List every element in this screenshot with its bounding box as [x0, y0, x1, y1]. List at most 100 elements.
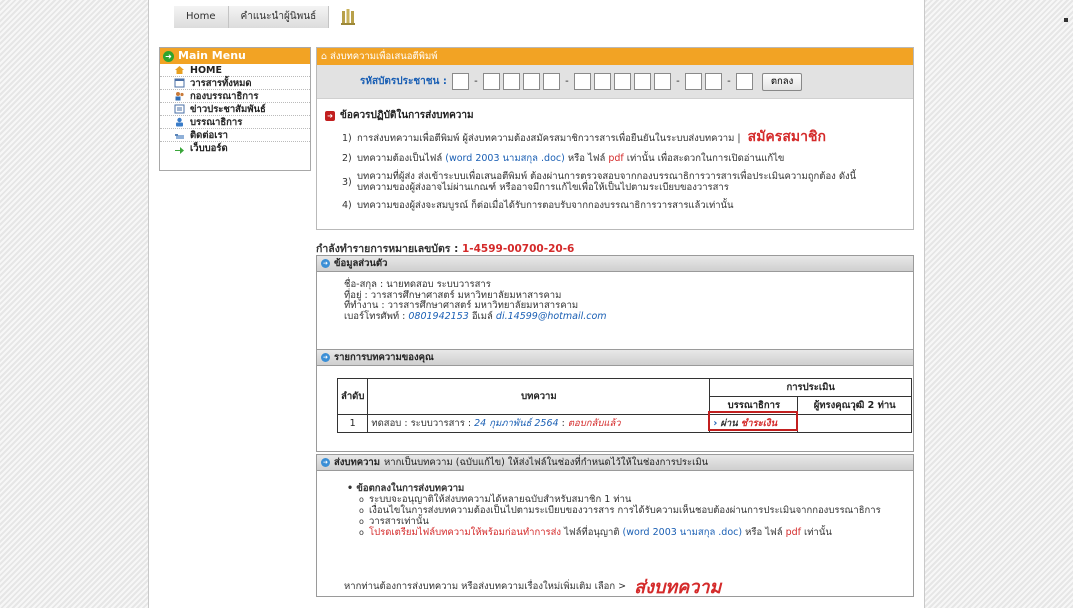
main-menu-title: Main Menu: [178, 49, 246, 62]
articles-header: ➜ รายการบทความของคุณ: [317, 350, 913, 366]
list-item: วารสารเท่านั้น: [359, 516, 913, 527]
list-item: โปรดเตรียมไฟล์บทความให้พร้อมก่อนทำการส่ง…: [359, 527, 913, 538]
send-final-text: หากท่านต้องการส่งบทความ หรือส่งบทความเรื…: [344, 581, 627, 592]
contact-icon: [175, 134, 184, 139]
id-digit-3[interactable]: [502, 73, 520, 90]
id-digit-11[interactable]: [684, 73, 702, 90]
rule-4: 4) บทความของผู้ส่งจะสมบูรณ์ ก็ต่อเมื่อได…: [342, 200, 734, 211]
news-icon: [174, 104, 185, 114]
rule-2: 2) บทความต้องเป็นไฟล์ (word 2003 นามสกุล…: [342, 153, 784, 164]
rule-text: เท่านั้น เพื่อสะดวกในการเปิดอ่านแก้ไข: [626, 153, 785, 164]
id-digit-1[interactable]: [451, 73, 469, 90]
menu-item-label: HOME: [190, 64, 222, 76]
rule-1: 1) การส่งบทความเพื่อตีพิมพ์ ผู้ส่งบทความ…: [342, 129, 826, 145]
id-digit-13[interactable]: [735, 73, 753, 90]
id-separator: -: [727, 76, 731, 87]
row-article: ทดสอบ : ระบบวารสาร : 24 กุมภาพันธ์ 2564 …: [367, 414, 711, 433]
submit-article-panel: ⌂ ส่งบทความเพื่อเสนอตีพิมพ์ รหัสบัตรประชา…: [316, 47, 914, 230]
rule-number: 2): [342, 153, 352, 164]
main-menu: ➜ Main Menu HOME วารสารทั้งหมด กองบรรณาธ…: [159, 47, 311, 171]
nav-author-guide[interactable]: คำแนะนำผู้นิพนธ์: [228, 6, 330, 28]
email-value: di.14599@hotmail.com: [495, 310, 607, 322]
scroll-marker: [1064, 18, 1068, 22]
submit-article-header: ⌂ ส่งบทความเพื่อเสนอตีพิมพ์: [317, 48, 913, 65]
id-digit-12[interactable]: [704, 73, 722, 90]
row-no: 1: [336, 414, 369, 433]
rule-text: การส่งบทความเพื่อตีพิมพ์ ผู้ส่งบทความต้อ…: [357, 133, 741, 144]
rule-3: 3) บทความที่ผู้ส่ง ส่งเข้าระบบเพื่อเสนอต…: [342, 171, 856, 193]
citizen-id-label: รหัสบัตรประชาชน :: [360, 76, 447, 87]
id-digit-6[interactable]: [573, 73, 591, 90]
personal-info-section: ➜ ข้อมูลส่วนตัว ชื่อ-สกุล : นายทดสอบ ระบ…: [316, 255, 914, 351]
page-container: Home คำแนะนำผู้นิพนธ์ ➜ Main Menu HOME ว…: [148, 0, 925, 608]
register-member-link[interactable]: สมัครสมาชิก: [748, 129, 826, 145]
id-digit-5[interactable]: [542, 73, 560, 90]
list-item: ระบบจะอนุญาติให้ส่งบทความได้หลายฉบับสำหร…: [359, 494, 913, 505]
term-text: เท่านั้น: [804, 527, 832, 538]
col-experts: ผู้ทรงคุณวุฒิ 2 ท่าน: [797, 396, 912, 415]
table-row: 1 ทดสอบ : ระบบวารสาร : 24 กุมภาพันธ์ 256…: [336, 411, 912, 433]
processing-label: กำลังทำรายการหมายเลขบัตร :: [316, 243, 459, 255]
rule-text: บทความต้องเป็นไฟล์: [357, 153, 443, 164]
term-format: (word 2003 นามสกุล .doc): [622, 527, 743, 538]
personal-contact: เบอร์โทรศัพท์ : 0801942153 อีเมล์ di.145…: [344, 310, 913, 323]
menu-item-contact[interactable]: ติดต่อเรา: [160, 129, 310, 142]
phone-value: 0801942153: [408, 310, 469, 322]
nav-home[interactable]: Home: [174, 6, 229, 28]
person-icon: [176, 117, 183, 127]
term-text: ไฟล์ที่อนุญาติ: [564, 527, 620, 538]
university-logo-icon: [341, 9, 356, 25]
list-item: เงื่อนไขในการส่งบทความต้องเป็นไปตามระเบี…: [359, 505, 913, 516]
articles-table: ลำดับ บทความ การประเมิน บรรณาธิการ ผู้ทร…: [336, 378, 912, 433]
send-terms: • ข้อตกลงในการส่งบทความ ระบบจะอนุญาติให้…: [317, 471, 913, 538]
content-column: ⌂ ส่งบทความเพื่อเสนอตีพิมพ์ รหัสบัตรประชา…: [316, 47, 914, 598]
rule-number: 1): [342, 133, 352, 144]
send-article-link[interactable]: ส่งบทความ: [634, 572, 721, 601]
id-digit-9[interactable]: [633, 73, 651, 90]
personal-info-body: ชื่อ-สกุล : นายทดสอบ ระบบวารสาร ที่อยู่ …: [317, 272, 913, 322]
arrow-right-icon: ➜: [325, 110, 335, 121]
id-separator: -: [474, 76, 478, 87]
terms-title: • ข้อตกลงในการส่งบทความ: [347, 483, 465, 494]
menu-item-webboard[interactable]: เว็บบอร์ด: [160, 142, 310, 155]
rules-title-text: ข้อควรปฏิบัติในการส่งบทความ: [340, 110, 474, 121]
send-article-header: ➜ ส่งบทความ หากเป็นบทความ (ฉบับแก้ไข) ให…: [317, 455, 913, 471]
home-icon: [175, 66, 184, 74]
articles-title: รายการบทความของคุณ: [334, 351, 434, 363]
people-icon: [175, 92, 184, 101]
article-date: 24 กุมภาพันธ์ 2564: [474, 418, 559, 429]
term-pdf: pdf: [785, 527, 801, 538]
id-digit-8[interactable]: [613, 73, 631, 90]
calendar-icon: [174, 78, 185, 88]
id-separator: -: [565, 76, 569, 87]
id-digit-2[interactable]: [482, 73, 500, 90]
rule-text-format: (word 2003 นามสกุล .doc): [445, 153, 565, 164]
articles-section: ➜ รายการบทความของคุณ ลำดับ บทความ การประ…: [316, 349, 914, 452]
rule-number: 3): [342, 177, 352, 188]
rules-title: ➜ ข้อควรปฏิบัติในการส่งบทความ: [325, 108, 913, 123]
highlight-box: [708, 411, 799, 431]
rule-text-pdf: pdf: [608, 153, 624, 164]
col-no: ลำดับ: [336, 378, 369, 415]
arrow-right-icon: ➜: [163, 50, 174, 62]
id-digit-7[interactable]: [593, 73, 611, 90]
send-article-desc: หากเป็นบทความ (ฉบับแก้ไข) ให้ส่งไฟล์ในช่…: [384, 456, 709, 468]
col-article: บทความ: [367, 378, 711, 415]
send-final-row: หากท่านต้องการส่งบทความ หรือส่งบทความเรื…: [344, 572, 721, 601]
row-experts-status: [797, 414, 912, 433]
top-navigation: Home คำแนะนำผู้นิพนธ์: [174, 6, 356, 28]
home-small-icon: ⌂: [321, 51, 328, 62]
menu-item-editor[interactable]: บรรณาธิการ: [160, 116, 310, 129]
col-evaluation: การประเมิน: [709, 378, 912, 397]
personal-info-header: ➜ ข้อมูลส่วนตัว: [317, 256, 913, 272]
id-digit-10[interactable]: [653, 73, 671, 90]
id-digit-4[interactable]: [522, 73, 540, 90]
main-menu-header: ➜ Main Menu: [160, 48, 310, 64]
term-text: หรือ ไฟล์: [745, 527, 783, 538]
ok-button[interactable]: ตกลง: [761, 72, 803, 91]
rule-text: บทความของผู้ส่งอาจไม่ผ่านเกณฑ์ หรืออาจมี…: [357, 182, 729, 193]
circle-arrow-icon: ➜: [321, 458, 330, 467]
menu-item-label: เว็บบอร์ด: [190, 143, 228, 154]
rule-number: 4): [342, 200, 352, 211]
term-text: วารสารเท่านั้น: [369, 516, 429, 527]
